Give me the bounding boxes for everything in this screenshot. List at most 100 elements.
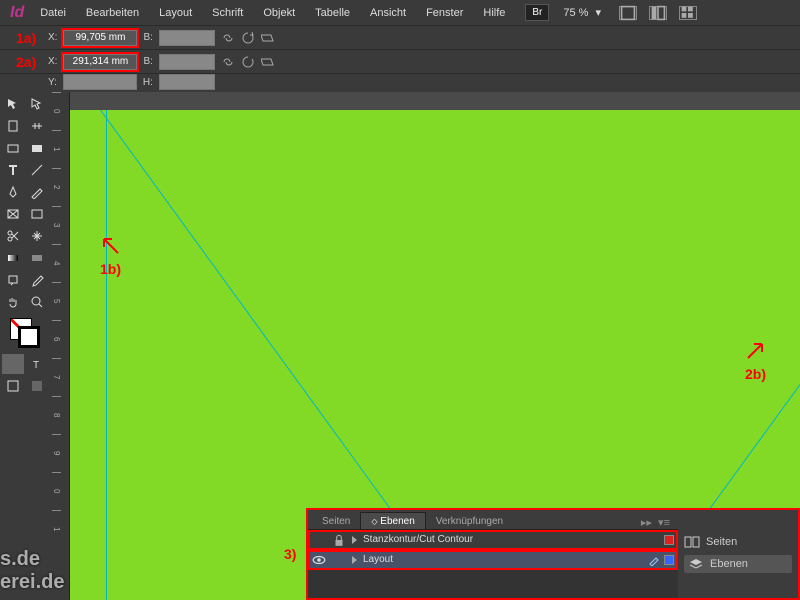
collapsed-tab-seiten[interactable]: Seiten [684,535,792,549]
h-input-2[interactable] [159,74,215,90]
x-input-2[interactable] [63,54,137,70]
menu-bearbeiten[interactable]: Bearbeiten [78,3,147,23]
x-label-1: X: [48,32,57,43]
h-label-2: H: [143,77,153,88]
view-preview[interactable] [26,376,48,396]
tab-verknuepfungen[interactable]: Verknüpfungen [426,513,513,529]
b-input-2[interactable] [159,54,215,70]
menu-fenster[interactable]: Fenster [418,3,471,23]
content-placer-tool[interactable] [26,138,48,158]
tab-seiten[interactable]: Seiten [312,513,360,529]
transform-tool[interactable] [26,226,48,246]
layer-row-stanzkontur[interactable]: Stanzkontur/Cut Contour [308,530,678,550]
x-input-1[interactable] [63,30,137,46]
link-icon-2[interactable] [221,55,235,69]
ruler-vertical[interactable]: 012345678901 [52,92,70,600]
content-collector-tool[interactable] [2,138,24,158]
guide-vertical[interactable] [106,110,107,600]
zoom-level[interactable]: 75 % ▾ [563,6,601,19]
b-input-1[interactable] [159,30,215,46]
view-normal[interactable] [2,376,24,396]
control-bar-2b: Y: H: [48,74,215,90]
gradient-feather-tool[interactable] [26,248,48,268]
menu-objekt[interactable]: Objekt [255,3,303,23]
menu-schrift[interactable]: Schrift [204,3,251,23]
b-label-2: B: [143,56,152,67]
menu-hilfe[interactable]: Hilfe [475,3,513,23]
type-tool[interactable] [2,160,24,180]
rotate-icon-2[interactable] [241,55,255,69]
screenmode-icon[interactable] [649,6,667,20]
fill-stroke-swatch[interactable] [10,318,40,348]
visibility-toggle[interactable] [312,553,326,567]
watermark: s.deerei.de [0,548,64,594]
direct-selection-tool[interactable] [26,94,48,114]
hand-tool[interactable] [2,292,24,312]
toolbox: T [0,92,52,600]
layer-name: Layout [363,554,393,565]
panel-collapsed-tabs: Seiten Ebenen [678,510,798,598]
layers-icon [688,557,704,571]
collapsed-tab-ebenen[interactable]: Ebenen [684,555,792,573]
viewmode-icon[interactable] [619,6,637,20]
pencil-tool[interactable] [26,182,48,202]
visibility-toggle[interactable] [312,533,326,547]
shear-icon[interactable] [261,31,275,45]
y-label-2: Y: [48,77,57,88]
annotation-2a: 2a) [16,54,36,70]
menu-tabelle[interactable]: Tabelle [307,3,358,23]
arrange-icon[interactable] [679,6,697,20]
expand-icon[interactable] [352,536,357,544]
lock-toggle[interactable] [332,553,346,567]
menu-ansicht[interactable]: Ansicht [362,3,414,23]
annotation-3: 3) [284,546,296,562]
scissors-tool[interactable] [2,226,24,246]
gradient-tool[interactable] [2,248,24,268]
layer-name: Stanzkontur/Cut Contour [363,534,473,545]
control-bar-1: X: B: [0,26,800,50]
annotation-1b: 1b) [100,235,126,277]
layer-row-layout[interactable]: Layout [308,550,678,570]
expand-icon[interactable] [352,556,357,564]
lock-icon[interactable] [332,533,346,547]
annotation-1a: 1a) [16,30,36,46]
gap-tool[interactable] [26,116,48,136]
pages-icon [684,535,700,549]
x-label-2: X: [48,56,57,67]
b-label-1: B: [143,32,152,43]
rectangle-tool[interactable] [26,204,48,224]
app-logo: Id [6,4,28,22]
layer-color-chip [664,535,674,545]
note-tool[interactable] [2,270,24,290]
tab-ebenen[interactable]: ◇ Ebenen [360,512,425,529]
layer-color-chip [664,555,674,565]
svg-text:T: T [33,360,39,371]
layers-panel: Seiten ◇ Ebenen Verknüpfungen ▸▸ ▾≡ Stan… [308,510,678,598]
panel-menu-icon[interactable]: ▸▸ ▾≡ [641,516,674,529]
menu-layout[interactable]: Layout [151,3,200,23]
link-icon[interactable] [221,31,235,45]
apply-none[interactable]: T [26,354,48,374]
shear-icon-2[interactable] [261,55,275,69]
pen-tool[interactable] [2,182,24,202]
apply-color[interactable] [2,354,24,374]
rotate-icon[interactable] [241,31,255,45]
selection-tool[interactable] [2,94,24,114]
eyedropper-tool[interactable] [26,270,48,290]
view-mode-icons [619,6,697,20]
control-bar-2: X: B: [0,50,800,74]
annotation-2b: 2b) [740,340,766,382]
panel-footer [308,570,678,598]
menubar: Id Datei Bearbeiten Layout Schrift Objek… [0,0,800,26]
y-input-2[interactable] [63,74,137,90]
rectangle-frame-tool[interactable] [2,204,24,224]
line-tool[interactable] [26,160,48,180]
page-tool[interactable] [2,116,24,136]
bridge-badge[interactable]: Br [525,4,549,21]
layer-right-icons [648,554,674,566]
zoom-tool[interactable] [26,292,48,312]
panels-dock: Seiten ◇ Ebenen Verknüpfungen ▸▸ ▾≡ Stan… [308,510,798,598]
menu-datei[interactable]: Datei [32,3,74,23]
pen-icon [648,554,660,566]
panel-tabbar: Seiten ◇ Ebenen Verknüpfungen ▸▸ ▾≡ [308,510,678,530]
